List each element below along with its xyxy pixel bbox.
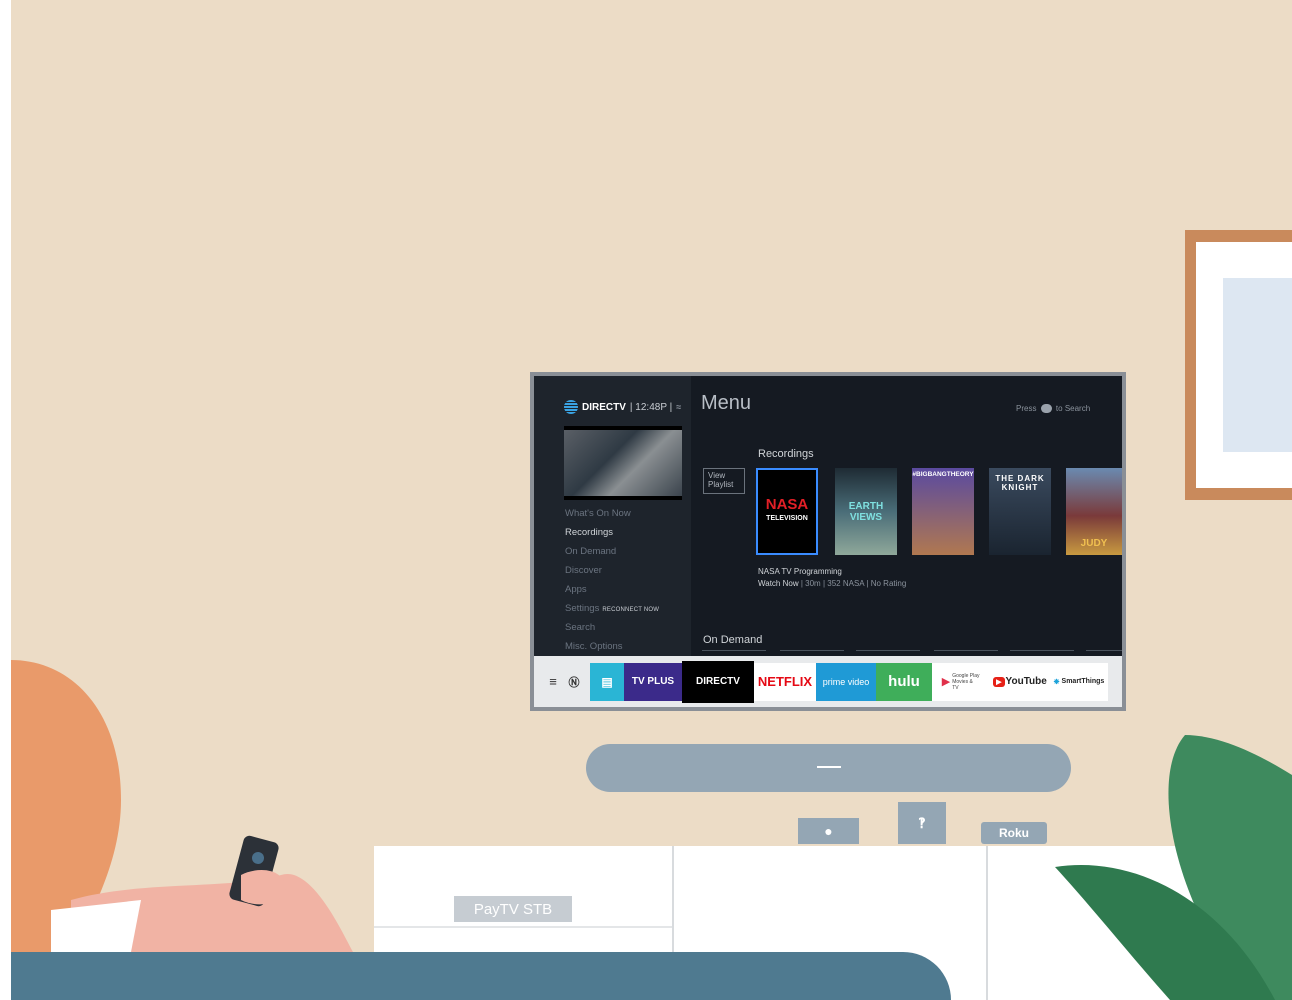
apple-tv-device: ● [798,818,859,844]
att-globe-icon [564,400,578,414]
app-prime-video[interactable]: prime video [816,662,876,701]
amazon-smile-icon: ‽ [918,814,926,831]
app-launcher: ≡ Ⓝ ▤ TV PLUS DIRECTV NETFLIX prime vide… [534,656,1122,707]
sidebar-item-discover[interactable]: Discover [565,561,659,580]
tv-sidebar: DIRECTV | 12:48P | ≈ What's On Now Recor… [534,376,691,656]
sidebar-item-misc-options[interactable]: Misc. Options [565,637,659,656]
recording-card-big-bang-theory[interactable]: #BIGBANGTHEORY [912,468,974,555]
clock: | 12:48P | [629,401,673,413]
selected-meta: Watch Now | 30m | 352 NASA | No Rating [758,579,907,588]
tv-guide-icon[interactable]: ▤ [590,662,624,701]
app-youtube[interactable]: ▶ YouTube [990,662,1050,701]
tv-screen: DIRECTV | 12:48P | ≈ What's On Now Recor… [534,376,1122,707]
apple-icon: ● [824,823,833,839]
cabinet-shelf [374,926,672,928]
app-google-play-movies[interactable]: ▶ Google Play Movies & TV [932,662,990,701]
sidebar-item-search[interactable]: Search [565,618,659,637]
recording-card-judy[interactable]: JUDY [1066,468,1122,555]
page-title: Menu [701,392,752,414]
sidebar-item-whats-on-now[interactable]: What's On Now [565,504,659,523]
channel: 352 NASA [827,579,865,588]
search-hint: Press to Search [1016,404,1091,414]
recording-card-earth-views[interactable]: EARTH VIEWS [835,468,897,555]
smartthings-icon: ❋ [1053,678,1060,686]
duration: 30m [805,579,821,588]
sidebar-item-settings[interactable]: Settings RECONNECT NOW [565,599,659,618]
rating: No Rating [870,579,907,588]
app-tv-plus[interactable]: TV PLUS [624,662,682,701]
cabinet-divider [986,846,988,1000]
recordings-heading: Recordings [758,448,814,460]
soundbar-indicator [817,766,841,768]
left-edge [0,0,11,1000]
paytv-set-top-box: PayTV STB [454,896,572,922]
recording-card-nasa[interactable]: NASA TELEVISION [756,468,818,555]
sidebar-menu: What's On Now Recordings On Demand Disco… [565,504,659,656]
sidebar-item-recordings[interactable]: Recordings [565,523,659,542]
logo-text: DIRECTV [582,401,626,413]
reconnect-badge: RECONNECT NOW [602,607,660,613]
person-illustration [11,660,353,952]
youtube-play-icon: ▶ [993,676,1005,687]
selected-title: NASA TV Programming [758,567,842,576]
menu-icon[interactable]: ≡ [542,663,564,701]
ambient-icon[interactable]: Ⓝ [564,663,584,701]
app-netflix[interactable]: NETFLIX [754,662,816,701]
app-directv[interactable]: DIRECTV [682,660,754,703]
search-button-icon [1040,404,1052,414]
soundbar [586,744,1071,792]
tv-set: DIRECTV | 12:48P | ≈ What's On Now Recor… [530,372,1126,711]
directv-logo: DIRECTV | 12:48P | ≈ [564,400,681,414]
sidebar-item-on-demand[interactable]: On Demand [565,542,659,561]
frame-artwork [1223,278,1292,452]
on-demand-heading: On Demand [703,634,763,646]
wifi-icon: ≈ [676,402,682,412]
watch-now-action[interactable]: Watch Now [758,579,799,588]
view-playlist-button[interactable]: View Playlist [703,468,745,494]
app-hulu[interactable]: hulu [876,662,932,701]
couch [11,952,951,1000]
settings-label: Settings [565,603,600,614]
picture-frame [1185,230,1292,500]
live-preview[interactable] [564,426,682,500]
sidebar-item-apps[interactable]: Apps [565,580,659,599]
plant-illustration [1055,735,1292,1000]
app-smartthings[interactable]: ❋ SmartThings [1050,662,1108,701]
play-icon: ▶ [941,676,951,688]
roku-device: Roku [981,822,1047,844]
fire-tv-device: ‽ [898,802,946,844]
recording-card-dark-knight[interactable]: THE DARK KNIGHT [989,468,1051,555]
